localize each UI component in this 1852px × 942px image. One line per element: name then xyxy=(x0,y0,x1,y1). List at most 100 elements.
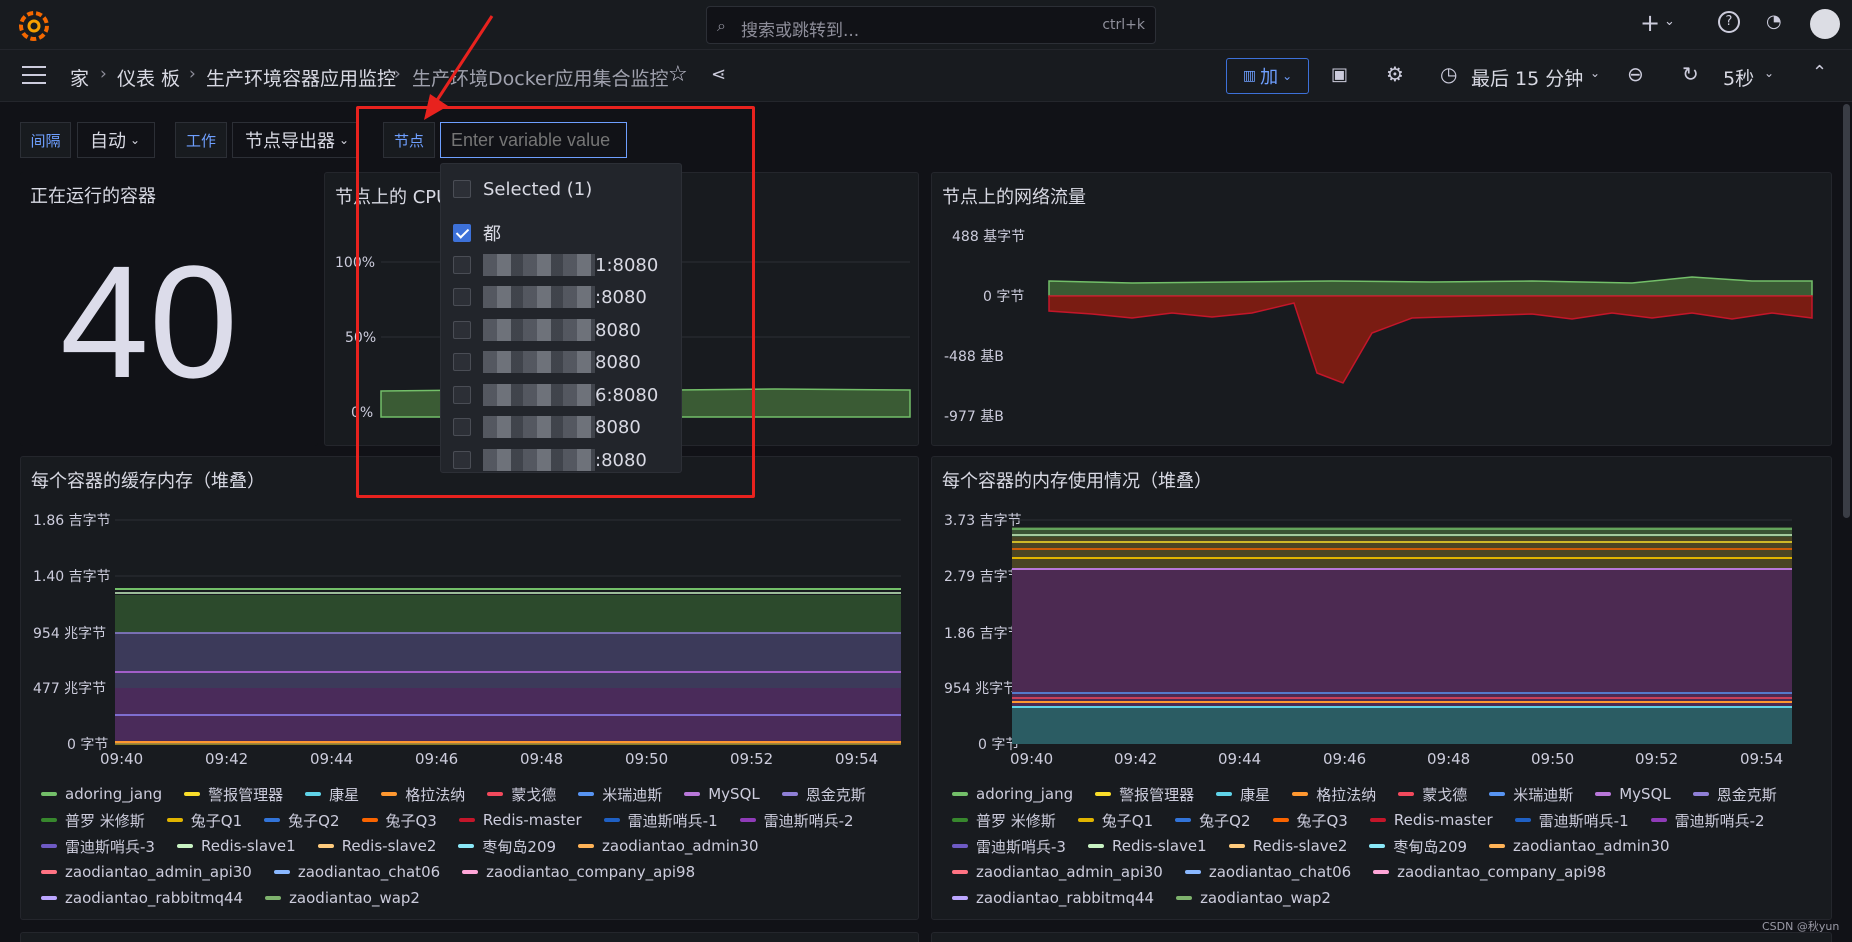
panel-title: 正在运行的容器 xyxy=(30,186,156,207)
legend-item[interactable]: 恩金克斯 xyxy=(1692,784,1777,804)
legend-item[interactable]: 枣甸岛209 xyxy=(458,836,556,856)
save-icon[interactable]: ▣ xyxy=(1331,64,1348,85)
next-panel-left xyxy=(20,932,919,942)
add-panel-icon: ▥ xyxy=(1242,68,1257,84)
legend-item[interactable]: Redis-slave1 xyxy=(176,836,296,856)
legend-item[interactable]: zaodiantao_company_api98 xyxy=(462,862,695,882)
interval-variable-label: 间隔 xyxy=(20,122,71,158)
legend-item[interactable]: 兔子Q3 xyxy=(1272,810,1348,830)
legend-item[interactable]: 枣甸岛209 xyxy=(1369,836,1467,856)
legend-item[interactable]: 雷迪斯哨兵-3 xyxy=(41,836,155,856)
x-tick: 09:50 xyxy=(625,750,669,768)
breadcrumb-folder[interactable]: 生产环境容器应用监控 xyxy=(206,64,396,91)
legend-item[interactable]: zaodiantao_admin_api30 xyxy=(41,862,252,882)
legend-item[interactable]: Redis-slave2 xyxy=(317,836,436,856)
avatar[interactable] xyxy=(1810,9,1840,39)
legend-item[interactable]: 兔子Q2 xyxy=(1175,810,1251,830)
legend-item[interactable]: 格拉法纳 xyxy=(381,784,465,804)
legend-item[interactable]: adoring_jang xyxy=(41,784,162,804)
legend-item[interactable]: zaodiantao_company_api98 xyxy=(1373,862,1606,882)
page-scrollbar[interactable] xyxy=(1843,104,1850,518)
memory-series-mysql xyxy=(1012,569,1792,707)
y-tick: 2.79 吉字节 xyxy=(944,569,1022,585)
legend-item[interactable]: zaodiantao_rabbitmq44 xyxy=(41,888,243,908)
news-rss-icon[interactable]: ◔ xyxy=(1766,11,1782,32)
legend-item[interactable]: zaodiantao_chat06 xyxy=(273,862,440,882)
legend-item[interactable]: zaodiantao_wap2 xyxy=(265,888,420,908)
legend-item[interactable]: 兔子Q2 xyxy=(264,810,340,830)
chevron-down-icon[interactable]: ⌄ xyxy=(1590,66,1600,80)
chevron-down-icon: ⌄ xyxy=(1282,69,1293,83)
legend-item[interactable]: zaodiantao_admin30 xyxy=(1489,836,1670,856)
chevron-down-icon[interactable]: ⌄ xyxy=(1664,14,1675,29)
breadcrumb-home[interactable]: 家 xyxy=(70,64,89,91)
grafana-logo-icon[interactable] xyxy=(18,10,50,42)
legend-item[interactable]: 雷迪斯哨兵-1 xyxy=(1514,810,1629,830)
x-tick: 09:40 xyxy=(100,750,144,768)
legend-item[interactable]: 米瑞迪斯 xyxy=(1489,784,1573,804)
x-axis-right: 09:40 09:42 09:44 09:46 09:48 09:50 09:5… xyxy=(1010,750,1810,770)
legend: adoring_jang 警报管理器 康星 格拉法纳 蒙戈德 米瑞迪斯 MySQ… xyxy=(952,784,1812,908)
legend-item[interactable]: Redis-slave2 xyxy=(1228,836,1347,856)
interval-variable-select[interactable]: 自动 ⌄ xyxy=(77,122,155,158)
legend-item[interactable]: 米瑞迪斯 xyxy=(578,784,662,804)
next-panel-right xyxy=(931,932,1832,942)
legend-item[interactable]: 兔子Q1 xyxy=(166,810,242,830)
legend-item[interactable]: Redis-slave1 xyxy=(1087,836,1207,856)
legend-item[interactable]: zaodiantao_admin_api30 xyxy=(952,862,1163,882)
refresh-icon[interactable]: ↻ xyxy=(1682,62,1699,86)
legend-item[interactable]: MySQL xyxy=(1595,784,1671,804)
gear-icon[interactable]: ⚙ xyxy=(1386,62,1404,86)
job-variable-select[interactable]: 节点导出器 ⌄ xyxy=(232,122,358,158)
legend-item[interactable]: 恩金克斯 xyxy=(781,784,866,804)
breadcrumb-dashboards[interactable]: 仪表 板 xyxy=(117,64,180,91)
breadcrumb-separator: › xyxy=(189,64,196,84)
cache-series-prometheus xyxy=(115,595,901,633)
y-tick: -488 基B xyxy=(944,348,1004,365)
share-icon[interactable]: ⋖ xyxy=(711,64,726,85)
help-icon[interactable]: ? xyxy=(1718,11,1740,33)
network-transmit-series xyxy=(1048,295,1813,384)
time-range-picker[interactable]: 最后 15 分钟 xyxy=(1471,64,1583,91)
legend-item[interactable]: 普罗 米修斯 xyxy=(41,810,145,830)
x-tick: 09:48 xyxy=(1427,750,1471,768)
legend-item[interactable]: zaodiantao_chat06 xyxy=(1184,862,1351,882)
top-bar: ⌕ 搜索或跳转到... ctrl+k + ⌄ ? ◔ xyxy=(0,0,1852,50)
legend-item[interactable]: 雷迪斯哨兵-2 xyxy=(1650,810,1765,830)
search-input[interactable]: ⌕ 搜索或跳转到... ctrl+k xyxy=(706,6,1156,44)
legend-item[interactable]: zaodiantao_admin30 xyxy=(578,836,759,856)
new-plus-icon[interactable]: + xyxy=(1640,9,1660,37)
legend-item[interactable]: 蒙戈德 xyxy=(487,784,556,804)
legend-item[interactable]: 兔子Q3 xyxy=(361,810,437,830)
legend-item[interactable]: Redis-master xyxy=(458,810,582,830)
y-tick: 488 基字节 xyxy=(952,228,1025,245)
legend-item[interactable]: adoring_jang xyxy=(952,784,1073,804)
zoom-out-icon[interactable]: ⊖ xyxy=(1627,62,1644,86)
chevron-down-icon[interactable]: ⌄ xyxy=(1764,66,1774,80)
legend-item[interactable]: 警报管理器 xyxy=(1095,784,1194,804)
chevron-up-icon[interactable]: ⌃ xyxy=(1812,62,1827,83)
menu-icon[interactable] xyxy=(22,66,46,84)
add-button[interactable]: ▥ 加 ⌄ xyxy=(1226,58,1309,94)
legend-item[interactable]: 兔子Q1 xyxy=(1077,810,1153,830)
legend-item[interactable]: 雷迪斯哨兵-1 xyxy=(603,810,718,830)
y-tick: 3.73 吉字节 xyxy=(944,513,1022,529)
star-icon[interactable]: ☆ xyxy=(668,62,688,87)
legend: adoring_jang 警报管理器 康星 格拉法纳 蒙戈德 米瑞迪斯 MySQ… xyxy=(41,784,901,908)
refresh-interval-picker[interactable]: 5秒 xyxy=(1723,64,1754,91)
legend-item[interactable]: 警报管理器 xyxy=(184,784,283,804)
legend-item[interactable]: 雷迪斯哨兵-3 xyxy=(952,836,1066,856)
legend-item[interactable]: 格拉法纳 xyxy=(1292,784,1376,804)
y-tick: 0 字节 xyxy=(983,289,1024,305)
x-tick: 09:42 xyxy=(205,750,249,768)
legend-item[interactable]: Redis-master xyxy=(1369,810,1493,830)
breadcrumb-separator: › xyxy=(394,64,401,84)
legend-item[interactable]: zaodiantao_wap2 xyxy=(1176,888,1331,908)
legend-item[interactable]: zaodiantao_rabbitmq44 xyxy=(952,888,1154,908)
legend-item[interactable]: 康星 xyxy=(305,784,359,804)
legend-item[interactable]: 普罗 米修斯 xyxy=(952,810,1056,830)
legend-item[interactable]: 雷迪斯哨兵-2 xyxy=(739,810,854,830)
legend-item[interactable]: 康星 xyxy=(1216,784,1270,804)
legend-item[interactable]: 蒙戈德 xyxy=(1398,784,1467,804)
legend-item[interactable]: MySQL xyxy=(684,784,760,804)
